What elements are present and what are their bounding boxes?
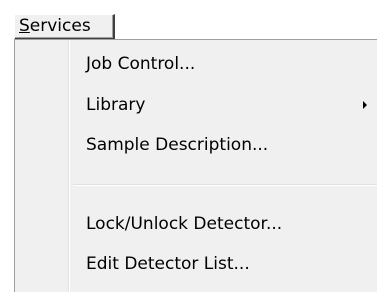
submenu-arrow-icon (363, 101, 367, 109)
menu-item-label: Job Control... (86, 54, 196, 74)
services-mnemonic: S (19, 16, 30, 36)
services-dropdown-menu: Job Control... Library Sample Descriptio… (14, 39, 377, 292)
menu-item-label: Lock/Unlock Detector... (86, 214, 283, 234)
menu-item-label: Edit Detector List... (86, 254, 250, 274)
menu-item-label: Library (86, 95, 146, 115)
services-menu-button[interactable]: Services (14, 14, 115, 40)
menu-item-job-control[interactable]: Job Control... (15, 46, 377, 82)
menu-item-sample-description[interactable]: Sample Description... (15, 127, 377, 163)
services-label-rest: ervices (29, 16, 91, 36)
menu-item-edit-detector-list[interactable]: Edit Detector List... (15, 246, 377, 282)
menu-item-library[interactable]: Library (15, 87, 377, 123)
menu-item-label: Sample Description... (86, 135, 269, 155)
menu-item-lock-unlock-detector[interactable]: Lock/Unlock Detector... (15, 206, 377, 242)
menu-separator (73, 184, 377, 186)
